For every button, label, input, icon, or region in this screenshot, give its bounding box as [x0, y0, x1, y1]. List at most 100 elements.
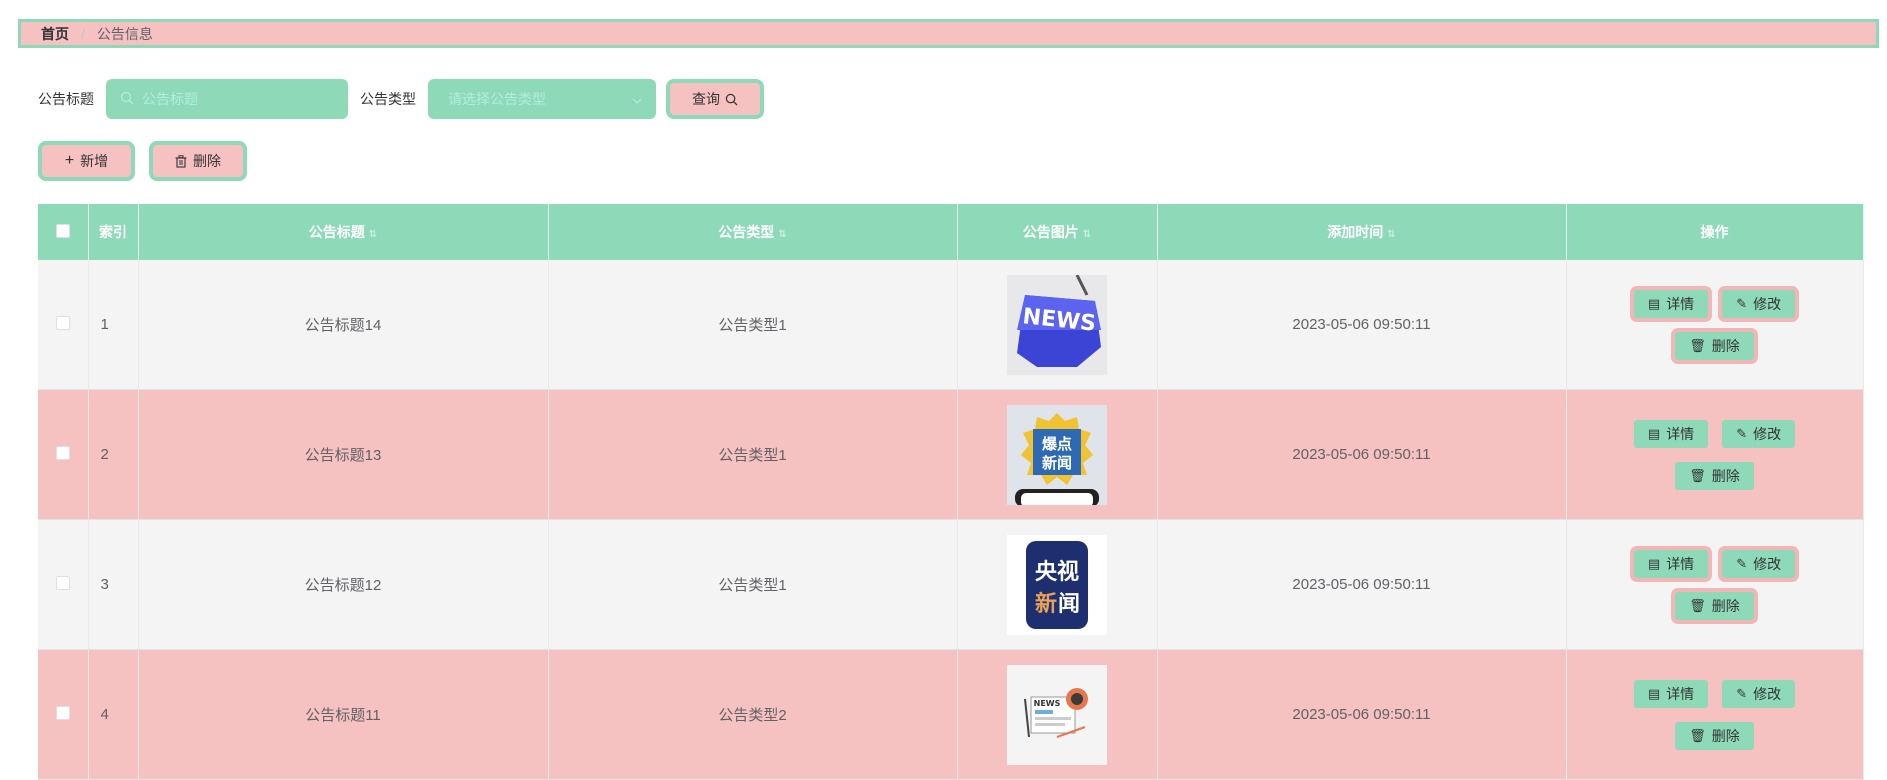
svg-text:新: 新 — [1035, 591, 1057, 617]
sort-icon[interactable]: ⇅ — [1387, 229, 1395, 240]
notice-image[interactable]: NEWS — [1007, 664, 1107, 765]
row-index: 3 — [88, 519, 139, 650]
delete-button[interactable]: 🗑 删除 — [1675, 331, 1754, 360]
detail-button[interactable]: ▤ 详情 — [1633, 549, 1709, 578]
header-image-label: 公告图片 — [1022, 224, 1079, 240]
document-icon: ▤ — [1647, 555, 1661, 571]
row-index: 2 — [88, 389, 139, 520]
header-ops: 操作 — [1566, 204, 1864, 260]
row-checkbox[interactable] — [55, 705, 70, 720]
detail-button[interactable]: ▤ 详情 — [1633, 419, 1709, 448]
header-time[interactable]: 添加时间 ⇅ — [1157, 204, 1567, 260]
edit-label: 修改 — [1753, 295, 1782, 312]
table-row: 3 公告标题12 公告类型1 央视 新 闻 2023-05-06 09:50:1… — [38, 519, 1864, 650]
edit-label: 修改 — [1753, 685, 1782, 702]
title-filter-label: 公告标题 — [38, 91, 94, 107]
edit-button[interactable]: ✎ 修改 — [1722, 549, 1796, 578]
breadcrumb-home[interactable]: 首页 — [41, 24, 69, 44]
delete-button[interactable]: 🗑 删除 — [1675, 721, 1754, 750]
trash-icon: 🗑 — [1689, 727, 1706, 743]
edit-button[interactable]: ✎ 修改 — [1722, 289, 1796, 318]
edit-button[interactable]: ✎ 修改 — [1722, 679, 1796, 708]
detail-button[interactable]: ▤ 详情 — [1633, 679, 1709, 708]
svg-text:爆点: 爆点 — [1042, 435, 1072, 453]
add-button-label: 新增 — [80, 153, 109, 169]
select-all-checkbox[interactable] — [55, 223, 70, 238]
edit-button[interactable]: ✎ 修改 — [1722, 419, 1796, 448]
row-checkbox[interactable] — [55, 445, 70, 460]
row-image-cell: 央视 新 闻 — [957, 519, 1158, 650]
type-select[interactable]: 请选择公告类型 — [428, 79, 656, 119]
row-select-cell — [38, 389, 89, 520]
row-ops: ▤ 详情 ✎ 修改 🗑 删除 — [1566, 519, 1864, 650]
edit-icon: ✎ — [1736, 685, 1748, 701]
detail-label: 详情 — [1666, 295, 1695, 312]
breadcrumb: 首页 / 公告信息 — [18, 19, 1879, 48]
batch-delete-button[interactable]: 删除 — [149, 141, 247, 181]
trash-icon: 🗑 — [1689, 337, 1706, 353]
row-title: 公告标题12 — [138, 519, 549, 650]
plus-icon: + — [64, 152, 75, 169]
header-type-label: 公告类型 — [718, 224, 775, 240]
add-button[interactable]: + 新增 — [38, 141, 135, 181]
delete-button[interactable]: 🗑 删除 — [1675, 591, 1754, 620]
search-icon — [725, 93, 738, 106]
chevron-down-icon — [632, 91, 642, 107]
row-time: 2023-05-06 09:50:11 — [1157, 519, 1567, 650]
edit-icon: ✎ — [1736, 555, 1748, 571]
sort-icon[interactable]: ⇅ — [369, 229, 377, 240]
notice-image[interactable]: NEWS — [1007, 274, 1107, 375]
header-title[interactable]: 公告标题 ⇅ — [138, 204, 549, 260]
batch-delete-label: 删除 — [193, 153, 221, 169]
delete-label: 删除 — [1711, 727, 1740, 744]
row-ops: ▤ 详情 ✎ 修改 🗑 删除 — [1566, 389, 1864, 520]
row-title: 公告标题14 — [138, 260, 549, 390]
delete-button[interactable]: 🗑 删除 — [1675, 461, 1754, 490]
row-ops: ▤ 详情 ✎ 修改 🗑 删除 — [1566, 649, 1864, 780]
row-index: 4 — [88, 649, 139, 780]
delete-label: 删除 — [1711, 337, 1740, 354]
type-select-placeholder: 请选择公告类型 — [448, 91, 546, 107]
document-icon: ▤ — [1647, 685, 1661, 701]
search-icon — [120, 91, 134, 108]
table-row: 1 公告标题14 公告类型1 NEWS 2023-05-06 09:50:11 — [38, 260, 1864, 390]
row-time: 2023-05-06 09:50:11 — [1157, 389, 1567, 520]
breadcrumb-current: 公告信息 — [96, 25, 153, 42]
query-button-label: 查询 — [692, 91, 720, 107]
row-select-cell — [38, 649, 89, 780]
row-checkbox[interactable] — [55, 575, 70, 590]
header-title-label: 公告标题 — [308, 224, 365, 240]
header-time-label: 添加时间 — [1327, 224, 1384, 240]
title-search-input[interactable]: 公告标题 — [106, 79, 348, 119]
row-time: 2023-05-06 09:50:11 — [1157, 649, 1567, 780]
sort-icon[interactable]: ⇅ — [1083, 229, 1091, 240]
row-type: 公告类型1 — [548, 519, 958, 650]
svg-text:新闻: 新闻 — [1042, 454, 1072, 472]
type-filter-label: 公告类型 — [360, 91, 416, 107]
sort-icon[interactable]: ⇅ — [778, 229, 786, 240]
header-image[interactable]: 公告图片 ⇅ — [957, 204, 1158, 260]
notice-image[interactable]: 爆点 新闻 — [1007, 404, 1107, 505]
row-image-cell: NEWS — [957, 649, 1158, 780]
table-row: 2 公告标题13 公告类型1 爆点 新闻 2023-05-06 09:50:11… — [38, 389, 1864, 520]
edit-label: 修改 — [1753, 555, 1782, 572]
query-button[interactable]: 查询 — [666, 79, 764, 119]
header-index: 索引 — [88, 204, 139, 260]
trash-icon — [175, 154, 187, 168]
detail-label: 详情 — [1666, 425, 1695, 442]
row-type: 公告类型2 — [548, 649, 958, 780]
newspaper-image-text: NEWS — [1034, 699, 1061, 708]
row-select-cell — [38, 260, 89, 390]
notice-image[interactable]: 央视 新 闻 — [1007, 534, 1107, 635]
row-image-cell: 爆点 新闻 — [957, 389, 1158, 520]
edit-label: 修改 — [1753, 425, 1782, 442]
detail-button[interactable]: ▤ 详情 — [1633, 289, 1709, 318]
detail-label: 详情 — [1666, 555, 1695, 572]
header-type[interactable]: 公告类型 ⇅ — [548, 204, 958, 260]
row-time: 2023-05-06 09:50:11 — [1157, 260, 1567, 390]
svg-text:央视: 央视 — [1035, 559, 1079, 585]
row-checkbox[interactable] — [55, 315, 70, 330]
select-all-cell — [38, 204, 89, 260]
breadcrumb-separator: / — [81, 25, 85, 42]
row-title: 公告标题13 — [138, 389, 549, 520]
